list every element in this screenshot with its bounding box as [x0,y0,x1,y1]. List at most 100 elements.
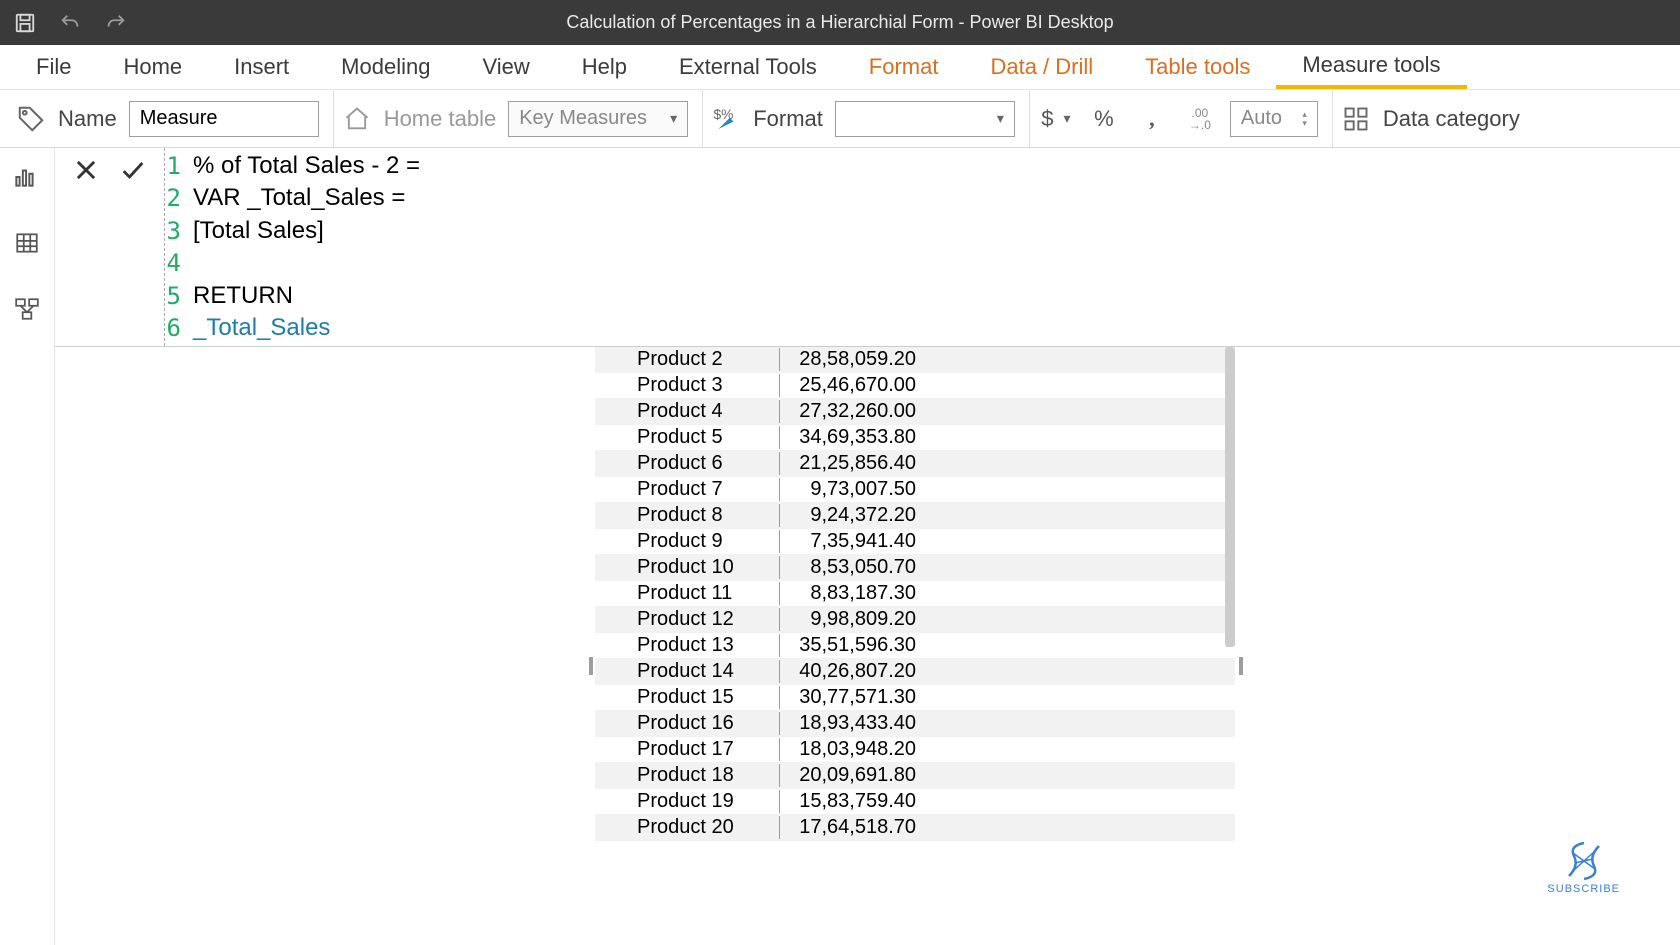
commit-formula-button[interactable] [118,156,148,189]
format-select[interactable]: ▾ [835,101,1015,137]
product-cell: Product 19 [595,790,780,813]
currency-symbol: $ [1041,106,1053,132]
table-row[interactable]: Product 1335,51,596.30 [595,633,1235,659]
formula-line[interactable]: % of Total Sales - 2 = [193,150,427,182]
formula-line[interactable]: _Total_Sales [193,312,330,344]
view-rail [0,148,55,945]
decimal-shift-button[interactable]: .00 →.0 [1182,101,1218,137]
line-number: 5 [165,280,193,312]
tab-data-drill[interactable]: Data / Drill [964,45,1119,89]
formula-line[interactable]: [Total Sales] [193,215,324,247]
value-cell: 9,98,809.20 [780,608,920,631]
resize-handle-left[interactable] [589,657,593,675]
resize-handle-right[interactable] [1239,657,1243,675]
product-cell: Product 18 [595,764,780,787]
value-cell: 20,09,691.80 [780,764,920,787]
line-number: 3 [165,215,193,247]
stepper-down-icon[interactable]: ▾ [1302,119,1307,128]
table-row[interactable]: Product 228,58,059.20 [595,347,1235,373]
report-canvas[interactable]: Product 228,58,059.20Product 325,46,670.… [55,347,1680,945]
product-cell: Product 8 [595,504,780,527]
formula-line[interactable]: RETURN [193,280,293,312]
table-row[interactable]: Product 2017,64,518.70 [595,815,1235,841]
line-number: 1 [165,150,193,182]
product-cell: Product 7 [595,478,780,501]
window-title: Calculation of Percentages in a Hierarch… [566,12,1113,33]
tab-external-tools[interactable]: External Tools [653,45,843,89]
formula-editor[interactable]: 1% of Total Sales - 2 = 2VAR _Total_Sale… [165,148,1680,346]
tab-help[interactable]: Help [556,45,653,89]
tab-home[interactable]: Home [97,45,208,89]
formula-line[interactable]: VAR _Total_Sales = [193,182,412,214]
product-cell: Product 14 [595,660,780,683]
table-row[interactable]: Product 129,98,809.20 [595,607,1235,633]
redo-icon[interactable] [104,12,128,34]
chevron-down-icon: ▾ [1064,110,1071,127]
value-cell: 34,69,353.80 [780,426,920,449]
line-number: 6 [165,312,193,344]
tab-view[interactable]: View [456,45,555,89]
product-cell: Product 4 [595,400,780,423]
report-view-button[interactable] [0,158,42,196]
table-row[interactable]: Product 1718,03,948.20 [595,737,1235,763]
tab-measure-tools[interactable]: Measure tools [1276,45,1466,89]
table-row[interactable]: Product 325,46,670.00 [595,373,1235,399]
value-cell: 27,32,260.00 [780,400,920,423]
tab-modeling[interactable]: Modeling [315,45,456,89]
value-cell: 18,93,433.40 [780,712,920,735]
decimal-top: .00 [1192,107,1209,119]
value-cell: 8,53,050.70 [780,556,920,579]
home-table-select[interactable]: Key Measures ▾ [508,101,688,137]
thousands-separator-button[interactable]: , [1134,101,1170,137]
decimal-places-input[interactable]: Auto ▴ ▾ [1230,101,1318,137]
data-table[interactable]: Product 228,58,059.20Product 325,46,670.… [595,347,1235,841]
dna-icon [1559,841,1609,881]
model-view-button[interactable] [8,290,46,328]
home-table-label: Home table [384,106,497,132]
value-cell: 18,03,948.20 [780,738,920,761]
table-row[interactable]: Product 108,53,050.70 [595,555,1235,581]
save-icon[interactable] [14,12,36,34]
chevron-down-icon: ▾ [670,110,677,127]
measure-name-input[interactable] [129,101,319,137]
value-cell: 25,46,670.00 [780,374,920,397]
formula-bar: 1% of Total Sales - 2 = 2VAR _Total_Sale… [55,148,1680,347]
product-cell: Product 6 [595,452,780,475]
product-cell: Product 2 [595,348,780,371]
table-row[interactable]: Product 1915,83,759.40 [595,789,1235,815]
table-row[interactable]: Product 1820,09,691.80 [595,763,1235,789]
table-scrollbar[interactable] [1225,347,1235,647]
tab-format[interactable]: Format [843,45,965,89]
percent-button[interactable]: % [1086,101,1122,137]
table-row[interactable]: Product 89,24,372.20 [595,503,1235,529]
data-view-button[interactable] [8,224,46,262]
table-row[interactable]: Product 97,35,941.40 [595,529,1235,555]
table-row[interactable]: Product 1440,26,807.20 [595,659,1235,685]
table-row[interactable]: Product 1530,77,571.30 [595,685,1235,711]
value-cell: 17,64,518.70 [780,816,920,839]
subscribe-watermark: SUBSCRIBE [1547,841,1620,895]
table-row[interactable]: Product 79,73,007.50 [595,477,1235,503]
data-category-label: Data category [1383,106,1520,132]
product-cell: Product 15 [595,686,780,709]
tab-insert[interactable]: Insert [208,45,315,89]
table-row[interactable]: Product 621,25,856.40 [595,451,1235,477]
value-cell: 21,25,856.40 [780,452,920,475]
cancel-formula-button[interactable] [72,156,100,189]
home-icon [342,104,372,134]
line-number: 4 [165,247,193,279]
value-cell: 40,26,807.20 [780,660,920,683]
table-row[interactable]: Product 534,69,353.80 [595,425,1235,451]
table-row[interactable]: Product 1618,93,433.40 [595,711,1235,737]
value-cell: 35,51,596.30 [780,634,920,657]
currency-button[interactable]: $ ▾ [1038,101,1074,137]
chevron-down-icon: ▾ [997,110,1004,127]
product-cell: Product 5 [595,426,780,449]
value-cell: 7,35,941.40 [780,530,920,553]
tab-file[interactable]: File [10,45,97,89]
undo-icon[interactable] [58,12,82,34]
table-row[interactable]: Product 118,83,187.30 [595,581,1235,607]
table-row[interactable]: Product 427,32,260.00 [595,399,1235,425]
ribbon-content: Name Home table Key Measures ▾ $% Format… [0,90,1680,148]
tab-table-tools[interactable]: Table tools [1119,45,1276,89]
